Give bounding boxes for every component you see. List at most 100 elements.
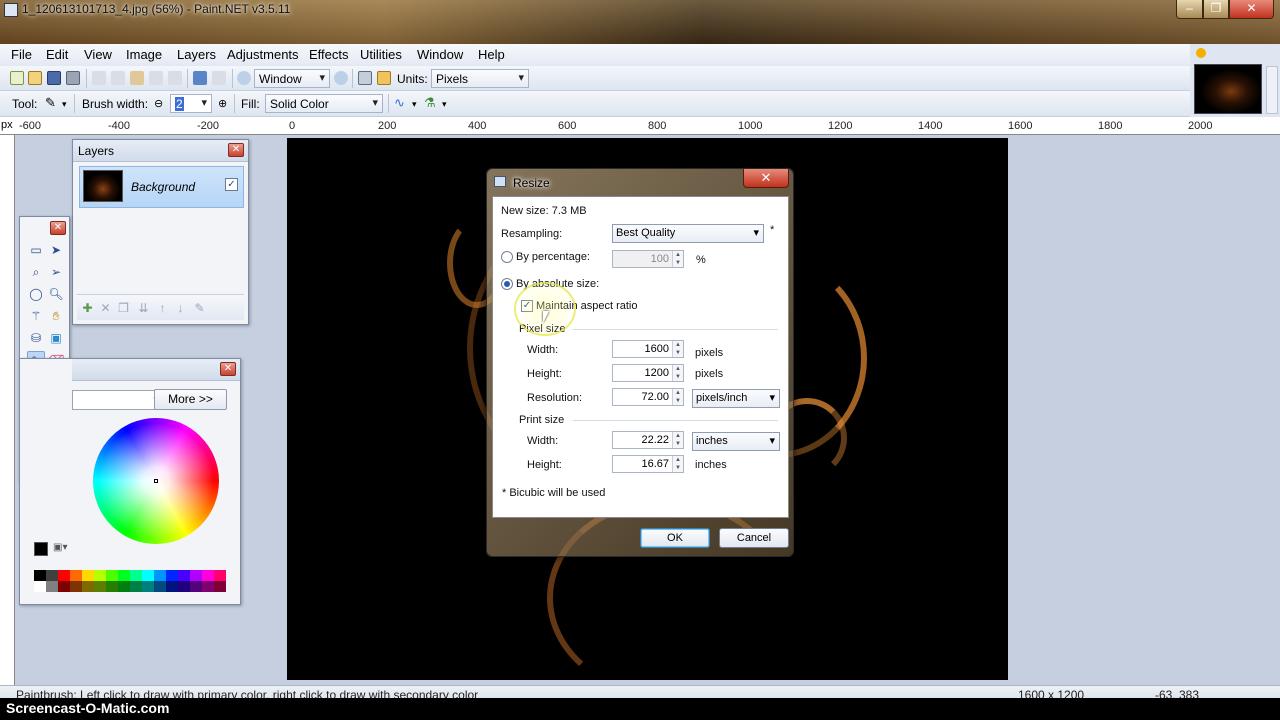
palette-swatch[interactable] — [130, 570, 142, 581]
magic-wand-icon[interactable]: ⚚ — [27, 307, 45, 325]
percentage-input[interactable]: 100 ▲ ▼ — [612, 250, 684, 268]
move-selection-icon[interactable]: ➢ — [47, 263, 65, 281]
palette-swatch[interactable] — [34, 570, 46, 581]
resolution-spinner[interactable]: ▲ ▼ — [672, 389, 683, 405]
palette-swatch[interactable] — [142, 581, 154, 592]
print-width-spinner[interactable]: ▲ ▼ — [672, 432, 683, 448]
lasso-select-icon[interactable]: ⌕ — [27, 263, 45, 281]
width-input[interactable]: 1600 ▲ ▼ — [612, 340, 684, 358]
fill-combo[interactable]: Solid Color — [265, 94, 383, 113]
more-colors-button[interactable]: More >> — [154, 389, 227, 410]
palette-swatch[interactable] — [46, 570, 58, 581]
palette-swatch[interactable] — [178, 581, 190, 592]
brush-width-combo[interactable]: 2 — [170, 94, 212, 113]
rectangle-select-icon[interactable]: ▭ — [27, 241, 45, 259]
duplicate-layer-icon[interactable]: ❐ — [117, 302, 130, 315]
width-spinner[interactable]: ▲ ▼ — [672, 341, 683, 357]
palette-swatch[interactable] — [166, 581, 178, 592]
palette-swatch[interactable] — [82, 581, 94, 592]
palette-swatch[interactable] — [58, 570, 70, 581]
menu-effects[interactable]: Effects — [309, 47, 349, 62]
antialiasing-dropdown-icon[interactable]: ▾ — [412, 99, 417, 110]
resolution-input[interactable]: 72.00 ▲ ▼ — [612, 388, 684, 406]
menu-help[interactable]: Help — [478, 47, 505, 62]
crop-icon[interactable] — [149, 71, 163, 85]
palette-swatch[interactable] — [202, 570, 214, 581]
move-layer-down-icon[interactable]: ↓ — [174, 302, 187, 315]
palette-swatch[interactable] — [190, 581, 202, 592]
print-width-input[interactable]: 22.22 ▲ ▼ — [612, 431, 684, 449]
palette-swatch[interactable] — [118, 570, 130, 581]
increase-width-icon[interactable]: ⊕ — [218, 97, 227, 110]
palette-swatch[interactable] — [70, 570, 82, 581]
cancel-button[interactable]: Cancel — [719, 528, 789, 548]
undo-icon[interactable] — [193, 71, 207, 85]
menu-adjustments[interactable]: Adjustments — [227, 47, 299, 62]
minimize-button[interactable]: – — [1176, 0, 1203, 19]
height-input[interactable]: 1200 ▲ ▼ — [612, 364, 684, 382]
save-icon[interactable] — [47, 71, 61, 85]
dialog-close-button[interactable]: ✕ — [743, 169, 789, 188]
palette-swatch[interactable] — [178, 570, 190, 581]
merge-layer-icon[interactable]: ⇊ — [137, 302, 150, 315]
paintbrush-icon[interactable]: ✎ — [45, 96, 59, 110]
palette-swatch[interactable] — [142, 570, 154, 581]
blend-mode-icon[interactable]: ⚗ — [424, 96, 438, 110]
menu-edit[interactable]: Edit — [46, 47, 68, 62]
palette-swatch[interactable] — [70, 581, 82, 592]
palette-swatch[interactable] — [166, 570, 178, 581]
image-thumbnail[interactable] — [1194, 64, 1262, 114]
ellipse-select-icon[interactable]: ◯ — [27, 285, 45, 303]
palette-swatch[interactable] — [106, 581, 118, 592]
print-height-input[interactable]: 16.67 ▲ ▼ — [612, 455, 684, 473]
palette-swatch[interactable] — [34, 581, 46, 592]
color-wheel-marker[interactable] — [154, 479, 158, 483]
deselect-icon[interactable] — [168, 71, 182, 85]
redo-icon[interactable] — [212, 71, 226, 85]
copy-icon[interactable] — [111, 71, 125, 85]
by-percentage-label[interactable]: By percentage: — [516, 251, 590, 263]
menu-window[interactable]: Window — [417, 47, 463, 62]
resolution-unit-combo[interactable]: pixels/inch — [692, 389, 780, 408]
zoom-in-icon[interactable] — [334, 71, 348, 85]
palette-swatch[interactable] — [214, 581, 226, 592]
delete-layer-icon[interactable]: ✕ — [99, 302, 112, 315]
paintnet-app-icon[interactable] — [4, 3, 18, 17]
palette-swatch[interactable] — [94, 581, 106, 592]
print-icon[interactable] — [66, 71, 80, 85]
palette-menu-icon[interactable]: ▣▾ — [53, 542, 73, 556]
height-spinner[interactable]: ▲ ▼ — [672, 365, 683, 381]
layer-visibility-checkbox[interactable]: ✓ — [225, 178, 238, 191]
rulers-icon[interactable] — [377, 71, 391, 85]
palette-swatch[interactable] — [94, 570, 106, 581]
image-thumbnail-tab[interactable] — [1190, 44, 1280, 117]
antialiasing-icon[interactable]: ∿ — [394, 96, 408, 110]
pan-icon[interactable]: ✋︎ — [47, 307, 65, 325]
paint-bucket-icon[interactable]: ⛁ — [27, 329, 45, 347]
palette-swatch[interactable] — [82, 570, 94, 581]
palette-swatch[interactable] — [106, 570, 118, 581]
palette-swatch[interactable] — [118, 581, 130, 592]
layer-item-background[interactable]: Background ✓ — [79, 166, 244, 208]
color-mode-combo[interactable] — [72, 390, 164, 410]
palette-swatch[interactable] — [154, 570, 166, 581]
zoom-combo[interactable]: Window — [254, 69, 330, 88]
menu-utilities[interactable]: Utilities — [360, 47, 402, 62]
grid-icon[interactable] — [358, 71, 372, 85]
open-folder-icon[interactable] — [28, 71, 42, 85]
tools-panel-close-button[interactable]: ✕ — [50, 221, 66, 235]
move-selected-icon[interactable]: ➤ — [47, 241, 65, 259]
menu-file[interactable]: File — [11, 47, 32, 62]
maximize-button[interactable]: ❐ — [1203, 0, 1229, 19]
primary-color-swatch[interactable] — [34, 542, 48, 556]
blend-mode-dropdown-icon[interactable]: ▾ — [442, 99, 447, 110]
gradient-icon[interactable]: ▣ — [47, 329, 65, 347]
palette-swatch[interactable] — [214, 570, 226, 581]
print-unit-combo[interactable]: inches — [692, 432, 780, 451]
cut-icon[interactable] — [92, 71, 106, 85]
thumbnail-scrollbar[interactable] — [1266, 66, 1278, 114]
by-absolute-size-radio[interactable] — [501, 278, 513, 290]
move-layer-up-icon[interactable]: ↑ — [156, 302, 169, 315]
close-window-button[interactable]: ✕ — [1229, 0, 1274, 19]
palette-swatch[interactable] — [190, 570, 202, 581]
